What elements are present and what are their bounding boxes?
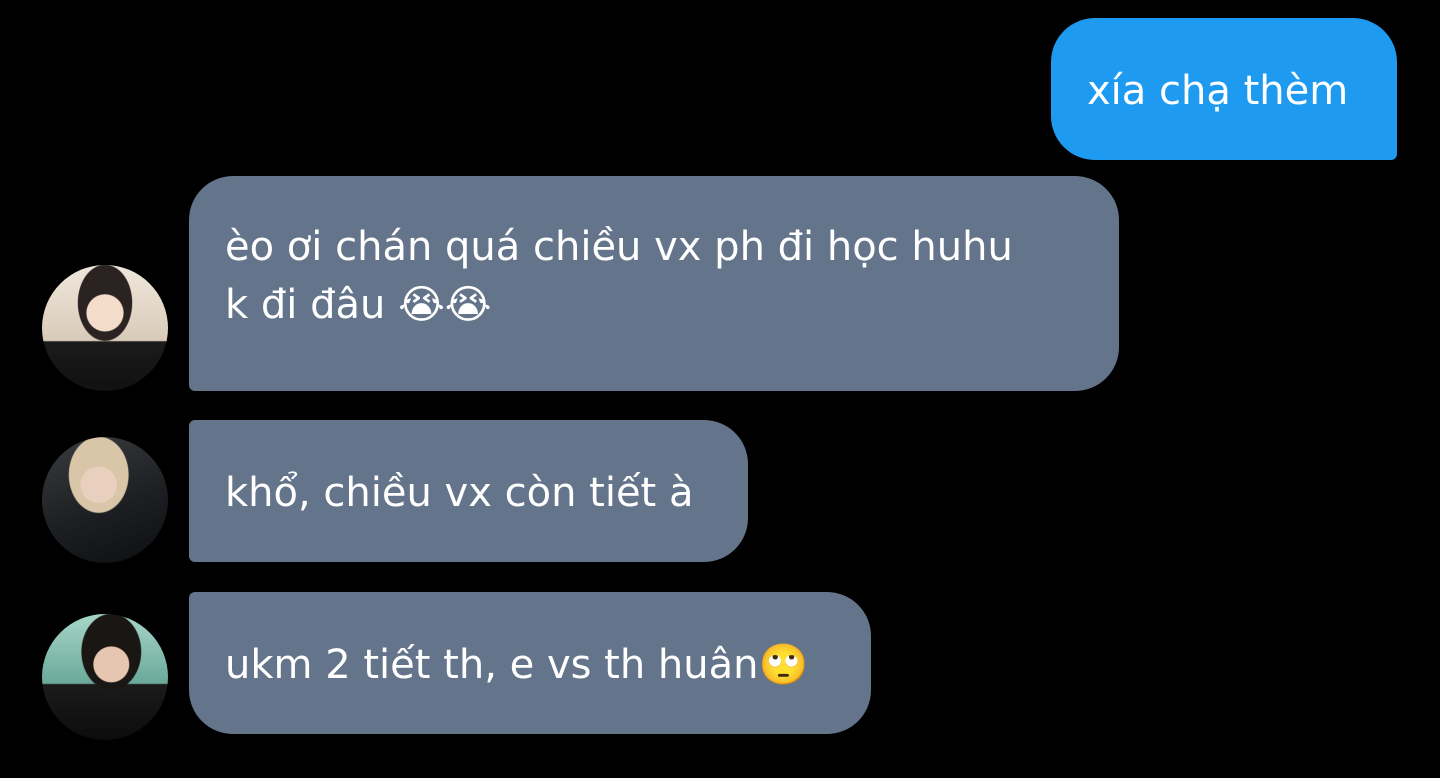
message-text: k đi đâu 😭😭 bbox=[225, 282, 492, 328]
message-text: khổ, chiều vx còn tiết à bbox=[225, 470, 694, 516]
incoming-message-bubble[interactable]: èo ơi chán quá chiều vx ph đi học huhu k… bbox=[189, 176, 1119, 391]
message-text: èo ơi chán quá chiều vx ph đi học huhu bbox=[225, 224, 1013, 270]
sender-avatar[interactable] bbox=[42, 265, 168, 391]
incoming-message-bubble[interactable]: ukm 2 tiết th, e vs th huân🙄 bbox=[189, 592, 871, 734]
chat-thread: xía chạ thèm èo ơi chán quá chiều vx ph … bbox=[0, 0, 1440, 778]
message-text: ukm 2 tiết th, e vs th huân🙄 bbox=[225, 642, 809, 688]
outgoing-message-bubble[interactable]: xía chạ thèm bbox=[1051, 18, 1397, 160]
message-text: xía chạ thèm bbox=[1087, 68, 1349, 114]
sender-avatar[interactable] bbox=[42, 437, 168, 563]
incoming-message-bubble[interactable]: khổ, chiều vx còn tiết à bbox=[189, 420, 748, 562]
sender-avatar[interactable] bbox=[42, 614, 168, 740]
